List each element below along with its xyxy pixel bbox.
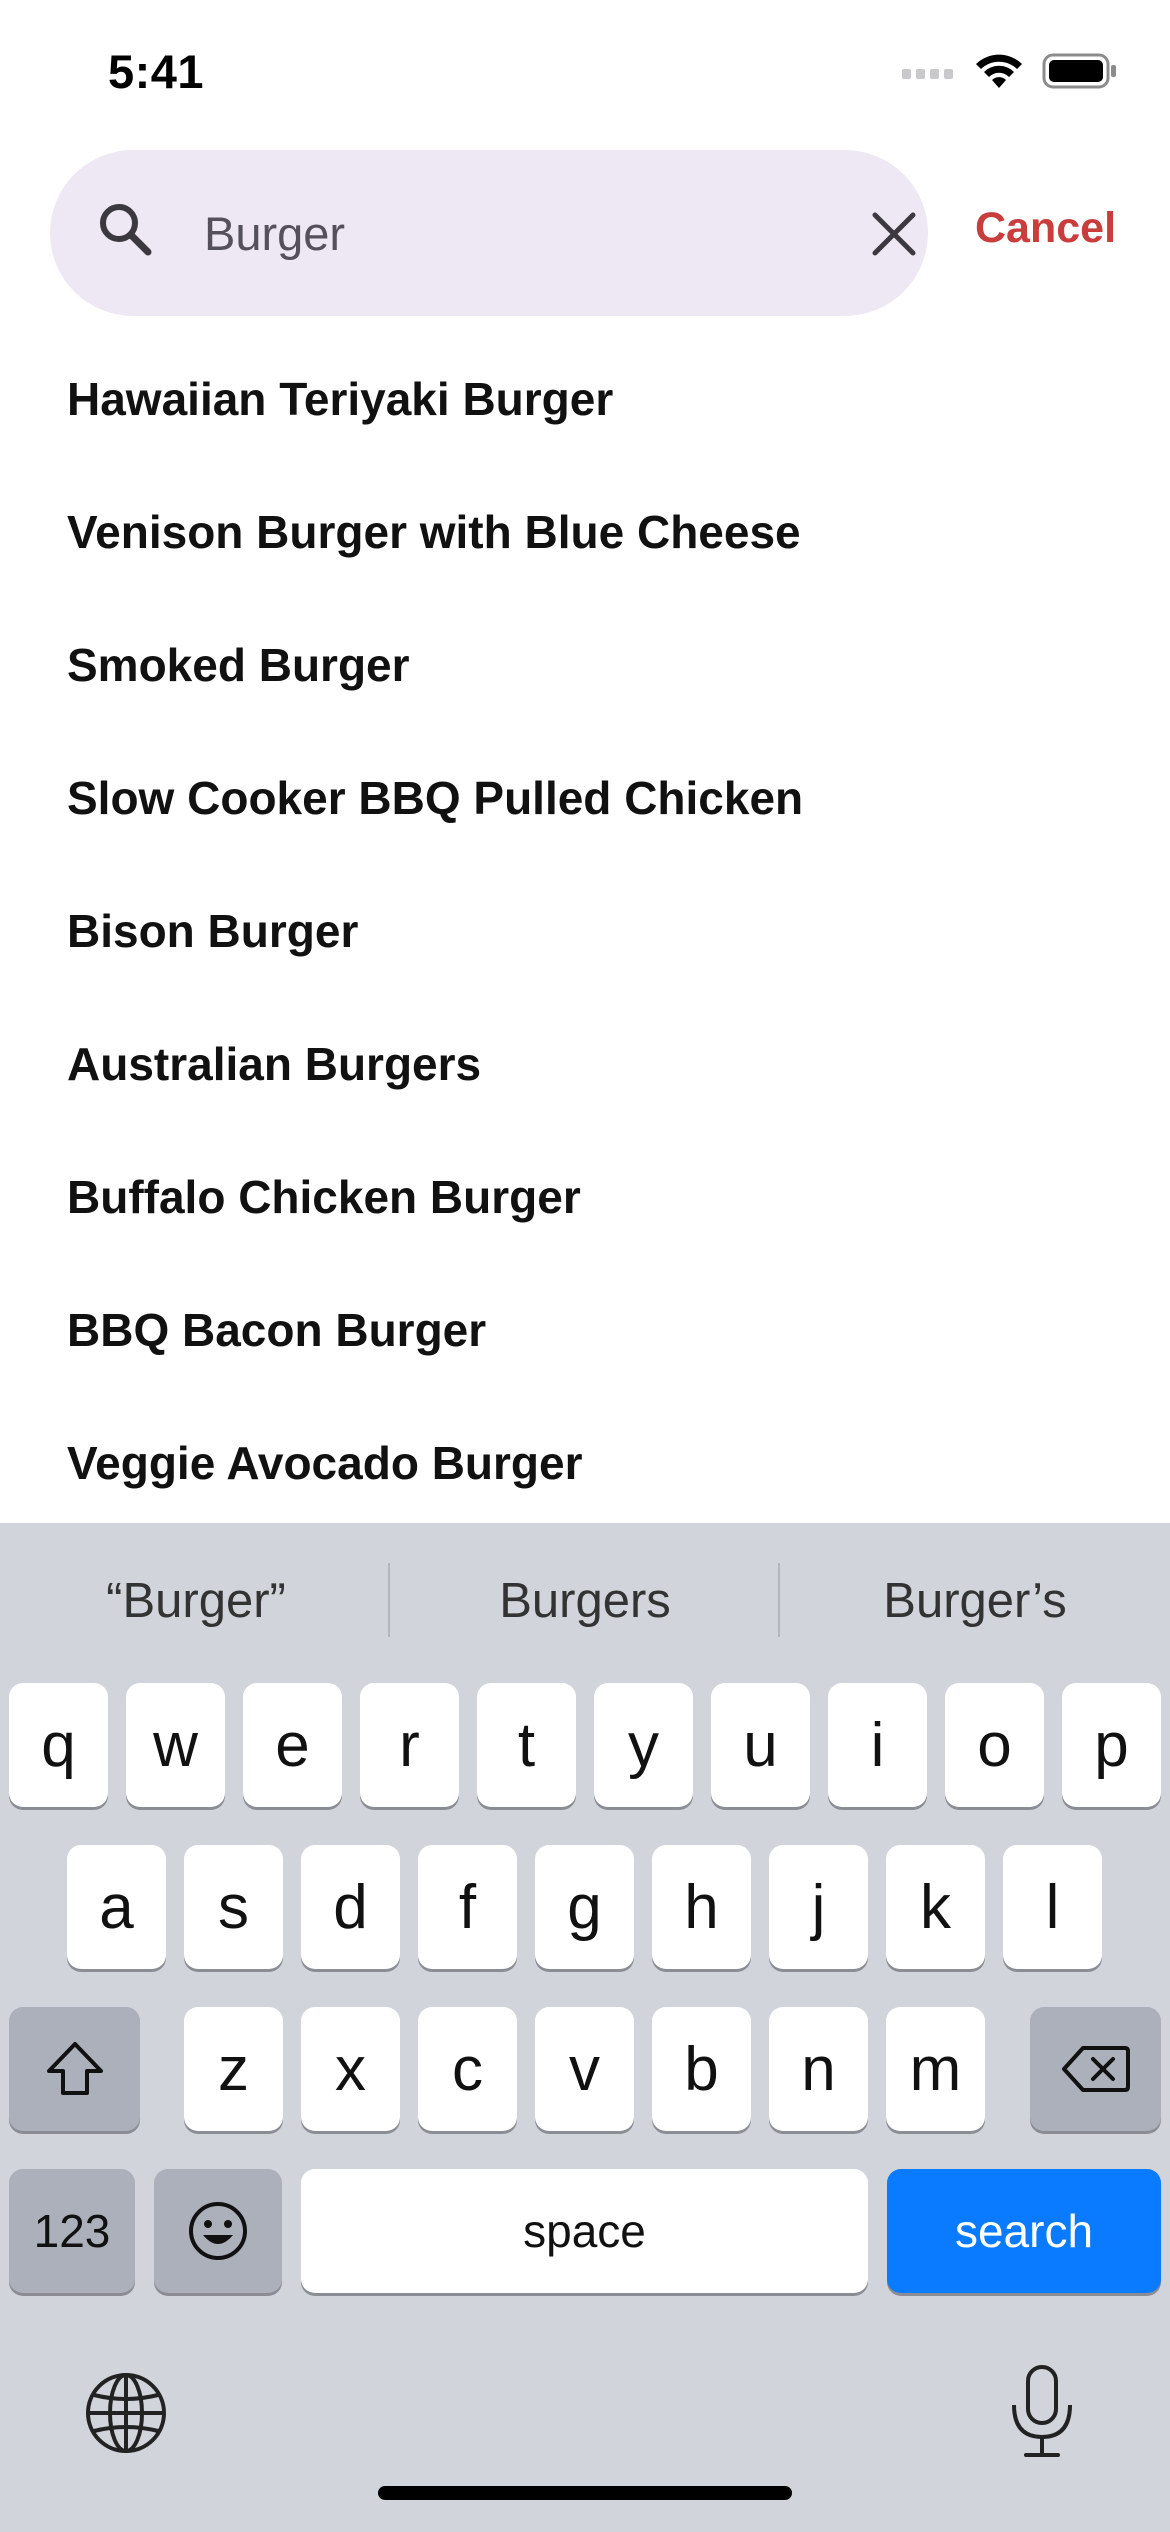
result-item[interactable]: Veggie Avocado Burger [0, 1416, 1170, 1524]
result-item[interactable]: Bison Burger [0, 884, 1170, 1017]
suggestion-divider [778, 1563, 780, 1637]
battery-icon [1042, 53, 1116, 89]
shift-key[interactable] [9, 2007, 140, 2131]
suggestion-divider [388, 1563, 390, 1637]
key-g[interactable]: g [535, 1845, 634, 1969]
signal-icon [902, 69, 953, 79]
key-t[interactable]: t [477, 1683, 576, 1807]
keyboard: “Burger” Burgers Burger’s q w e r t y u … [0, 1523, 1170, 2532]
result-item[interactable]: Australian Burgers [0, 1017, 1170, 1150]
status-time: 5:41 [108, 45, 205, 98]
microphone-icon [1012, 2365, 1072, 2457]
key-o[interactable]: o [945, 1683, 1044, 1807]
key-q[interactable]: q [9, 1683, 108, 1807]
dictation-button[interactable] [1000, 2363, 1084, 2461]
result-label: Bison Burger [67, 904, 359, 957]
clear-button[interactable] [862, 202, 926, 266]
search-bar: Cancel [0, 150, 1170, 318]
wifi-icon [976, 54, 1022, 88]
backspace-icon [1061, 2046, 1130, 2092]
key-w[interactable]: w [126, 1683, 225, 1807]
key-y[interactable]: y [594, 1683, 693, 1807]
key-n[interactable]: n [769, 2007, 868, 2131]
search-input[interactable] [204, 188, 844, 278]
suggestion-bar: “Burger” Burgers Burger’s [0, 1523, 1170, 1678]
result-item[interactable]: Buffalo Chicken Burger [0, 1150, 1170, 1283]
key-m[interactable]: m [886, 2007, 985, 2131]
key-e[interactable]: e [243, 1683, 342, 1807]
numbers-key[interactable]: 123 [9, 2169, 135, 2293]
result-label: Australian Burgers [67, 1037, 482, 1090]
results-list: Hawaiian Teriyaki Burger Venison Burger … [0, 352, 1170, 1524]
key-s[interactable]: s [184, 1845, 283, 1969]
key-d[interactable]: d [301, 1845, 400, 1969]
suggestion-item[interactable]: Burgers [395, 1573, 775, 1629]
key-c[interactable]: c [418, 2007, 517, 2131]
key-l[interactable]: l [1003, 1845, 1102, 1969]
close-icon [872, 212, 916, 256]
result-label: Buffalo Chicken Burger [67, 1170, 581, 1223]
result-item[interactable]: Smoked Burger [0, 618, 1170, 751]
key-i[interactable]: i [828, 1683, 927, 1807]
status-icons [902, 52, 1118, 90]
result-label: Smoked Burger [67, 638, 410, 691]
emoji-icon [189, 2202, 247, 2260]
key-h[interactable]: h [652, 1845, 751, 1969]
key-a[interactable]: a [67, 1845, 166, 1969]
key-j[interactable]: j [769, 1845, 868, 1969]
space-key[interactable]: space [301, 2169, 868, 2293]
globe-button[interactable] [82, 2369, 170, 2457]
shift-icon [46, 2042, 103, 2095]
delete-key[interactable] [1030, 2007, 1161, 2131]
search-icon [100, 204, 152, 256]
key-v[interactable]: v [535, 2007, 634, 2131]
result-item[interactable]: BBQ Bacon Burger [0, 1283, 1170, 1416]
key-r[interactable]: r [360, 1683, 459, 1807]
key-f[interactable]: f [418, 1845, 517, 1969]
suggestion-item[interactable]: Burger’s [785, 1573, 1165, 1629]
result-label: Hawaiian Teriyaki Burger [67, 372, 614, 425]
key-z[interactable]: z [184, 2007, 283, 2131]
suggestion-item[interactable]: “Burger” [6, 1573, 386, 1629]
key-u[interactable]: u [711, 1683, 810, 1807]
key-x[interactable]: x [301, 2007, 400, 2131]
emoji-key[interactable] [154, 2169, 282, 2293]
search-field[interactable] [50, 150, 928, 316]
result-label: BBQ Bacon Burger [67, 1303, 487, 1356]
key-b[interactable]: b [652, 2007, 751, 2131]
result-item[interactable]: Venison Burger with Blue Cheese [0, 485, 1170, 618]
status-bar: 5:41 [0, 0, 1170, 140]
cancel-button[interactable]: Cancel [975, 204, 1116, 253]
result-item[interactable]: Hawaiian Teriyaki Burger [0, 352, 1170, 485]
globe-icon [86, 2373, 166, 2453]
key-k[interactable]: k [886, 1845, 985, 1969]
search-key[interactable]: search [887, 2169, 1161, 2293]
home-indicator[interactable] [378, 2486, 792, 2500]
result-label: Slow Cooker BBQ Pulled Chicken [67, 771, 804, 824]
result-label: Venison Burger with Blue Cheese [67, 505, 801, 558]
result-item[interactable]: Slow Cooker BBQ Pulled Chicken [0, 751, 1170, 884]
result-label: Veggie Avocado Burger [67, 1436, 583, 1489]
key-p[interactable]: p [1062, 1683, 1161, 1807]
